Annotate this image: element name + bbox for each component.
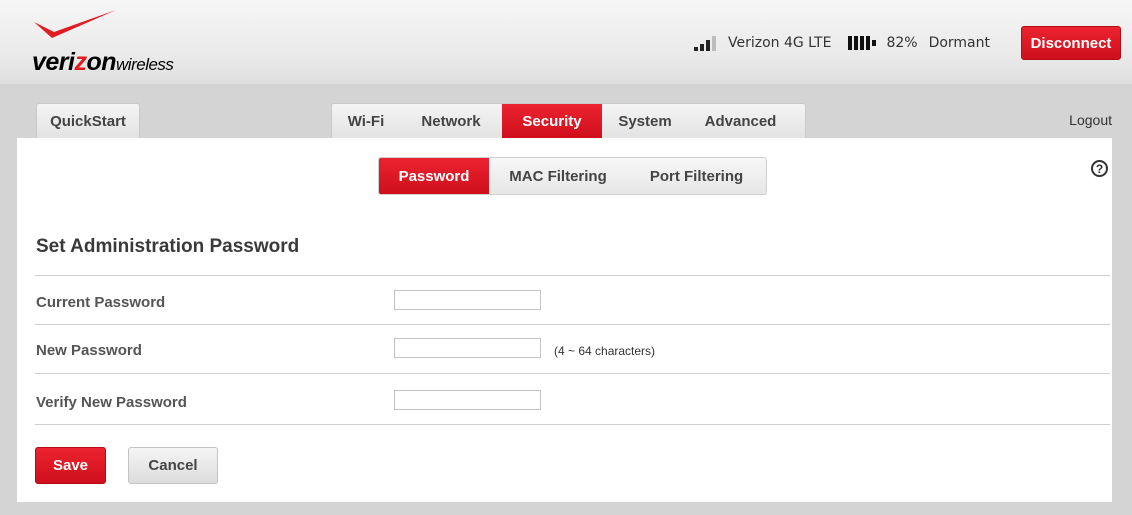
new-password-field[interactable] <box>394 338 541 358</box>
tab-network[interactable]: Network <box>400 104 502 138</box>
battery-icon <box>848 36 877 50</box>
password-length-hint: (4 ~ 64 characters) <box>554 344 656 358</box>
logout-link[interactable]: Logout <box>1069 112 1112 128</box>
checkmark-icon <box>34 10 116 38</box>
battery-percent: 82% <box>886 35 918 51</box>
divider <box>35 275 1110 276</box>
network-name: Verizon 4G LTE <box>727 35 832 51</box>
question-circle-icon[interactable]: ? <box>1091 160 1108 177</box>
content-panel: Password MAC Filtering Port Filtering ? … <box>17 138 1112 502</box>
main-navigation: QuickStart Wi-Fi Network Security System… <box>17 98 1112 138</box>
tab-security[interactable]: Security <box>502 104 602 138</box>
subtab-mac-filtering[interactable]: MAC Filtering <box>489 158 627 194</box>
device-status-bar: Verizon 4G LTE 82% Dormant <box>693 33 990 53</box>
tab-advanced[interactable]: Advanced <box>688 104 793 138</box>
divider <box>35 424 1110 425</box>
disconnect-button[interactable]: Disconnect <box>1021 26 1121 60</box>
verizon-wireless-logo: verizonwireless <box>32 8 182 78</box>
cancel-button[interactable]: Cancel <box>128 447 218 484</box>
top-header: verizonwireless Verizon 4G LTE 82% Dorma… <box>0 0 1132 84</box>
subtab-port-filtering[interactable]: Port Filtering <box>627 158 766 194</box>
verify-password-label: Verify New Password <box>36 394 187 411</box>
signal-bars-icon <box>693 35 718 51</box>
tab-wifi[interactable]: Wi-Fi <box>332 104 400 138</box>
divider <box>35 324 1110 325</box>
verify-password-field[interactable] <box>394 390 541 410</box>
connection-state: Dormant <box>928 35 990 51</box>
save-button[interactable]: Save <box>35 447 106 484</box>
security-subtabs: Password MAC Filtering Port Filtering <box>378 157 767 195</box>
main-tab-bar: Wi-Fi Network Security System Advanced <box>331 103 806 138</box>
section-title: Set Administration Password <box>36 236 300 257</box>
divider <box>35 373 1110 374</box>
new-password-label: New Password <box>36 342 142 359</box>
tab-quickstart[interactable]: QuickStart <box>36 103 140 138</box>
subtab-password[interactable]: Password <box>379 158 489 194</box>
current-password-field[interactable] <box>394 290 541 310</box>
tab-system[interactable]: System <box>602 104 688 138</box>
current-password-label: Current Password <box>36 294 166 311</box>
